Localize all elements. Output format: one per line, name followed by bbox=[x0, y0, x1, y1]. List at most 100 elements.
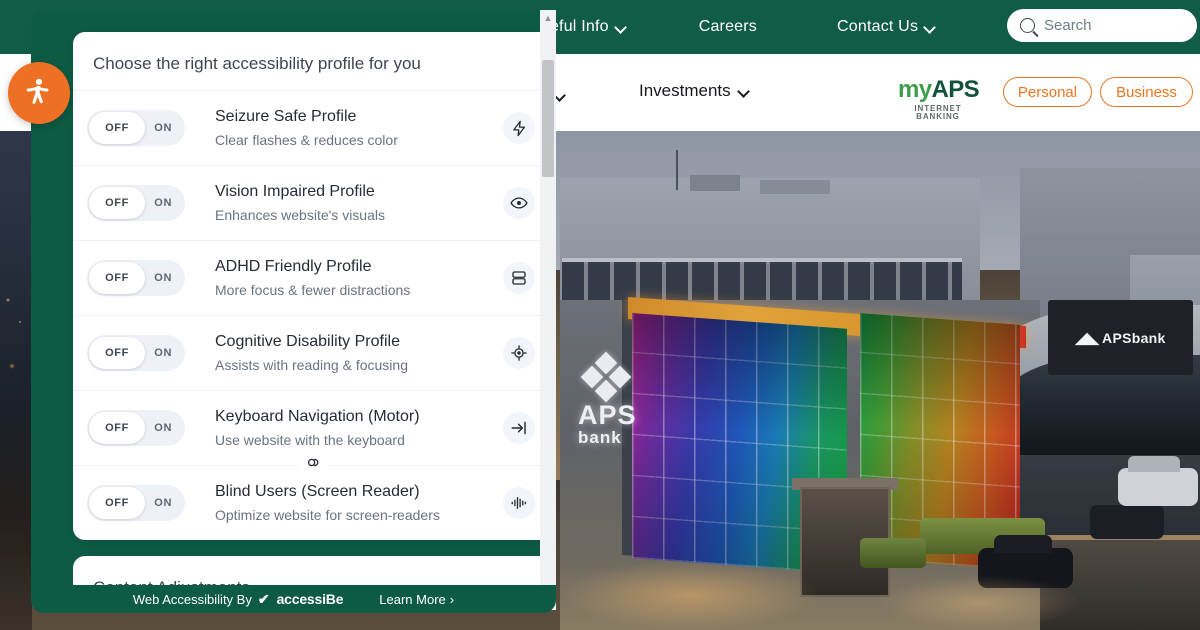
top-nav-links: Useful Info Careers Contact Us bbox=[530, 18, 936, 36]
profile-description: Assists with reading & focusing bbox=[215, 356, 408, 373]
parked-car-2 bbox=[1090, 505, 1164, 539]
toggle-cognitive-disability[interactable]: OFF ON bbox=[87, 335, 185, 371]
profile-text: Seizure Safe Profile Clear flashes & red… bbox=[215, 106, 503, 149]
toggle-seizure-safe[interactable]: OFF ON bbox=[87, 110, 185, 146]
nav-label-contact-us: Contact Us bbox=[837, 18, 919, 35]
profile-text: Vision Impaired Profile Enhances website… bbox=[215, 181, 503, 224]
profile-name: Vision Impaired Profile bbox=[215, 183, 375, 201]
profile-row-seizure-safe[interactable]: OFF ON Seizure Safe Profile Clear flashe… bbox=[73, 90, 553, 165]
myaps-my: my bbox=[898, 76, 932, 103]
toggle-on-label: ON bbox=[154, 272, 172, 284]
myaps-wordmark: myAPS bbox=[898, 76, 980, 103]
panel-scrollbar[interactable]: ▲ ▼ bbox=[540, 10, 556, 610]
lightning-bolt-icon bbox=[503, 112, 535, 144]
toggle-blind-users[interactable]: OFF ON bbox=[87, 485, 185, 521]
nav-label-careers: Careers bbox=[698, 18, 757, 35]
toggle-on-label: ON bbox=[154, 347, 172, 359]
accessibe-brand: accessiBe bbox=[276, 591, 344, 607]
profile-row-cognitive-disability[interactable]: OFF ON Cognitive Disability Profile Assi… bbox=[73, 315, 553, 390]
search-input[interactable]: Search bbox=[1007, 9, 1197, 42]
aps-diamond-icon bbox=[580, 351, 646, 403]
toggle-vision-impaired[interactable]: OFF ON bbox=[87, 185, 185, 221]
roof-unit bbox=[690, 175, 740, 191]
profile-text: Keyboard Navigation (Motor) Use website … bbox=[215, 406, 503, 449]
learn-more-link[interactable]: Learn More › bbox=[379, 592, 454, 607]
profile-name: Keyboard Navigation (Motor) bbox=[215, 408, 420, 426]
toggle-adhd-friendly[interactable]: OFF ON bbox=[87, 260, 185, 296]
crosshair-target-icon bbox=[503, 337, 535, 369]
toggle-off-label: OFF bbox=[105, 122, 129, 134]
business-button[interactable]: Business bbox=[1100, 77, 1193, 107]
profile-row-blind-users[interactable]: OFF ON Blind Users (Screen Reader) Optim… bbox=[73, 455, 553, 540]
profile-row-adhd-friendly[interactable]: OFF ON ADHD Friendly Profile More focus … bbox=[73, 240, 553, 315]
toggle-keyboard-navigation[interactable]: OFF ON bbox=[87, 410, 185, 446]
chevron-down-icon[interactable] bbox=[555, 90, 566, 101]
scrollbar-thumb[interactable] bbox=[542, 60, 554, 177]
toggle-off-label: OFF bbox=[105, 197, 129, 209]
profile-name: ADHD Friendly Profile bbox=[215, 258, 372, 276]
profile-description: Enhances website's visuals bbox=[215, 206, 385, 223]
checkmark-icon: ✔ bbox=[257, 590, 270, 607]
toggle-knob: OFF bbox=[89, 412, 145, 444]
toggle-knob: OFF bbox=[89, 262, 145, 294]
nav-item-investments[interactable]: Investments bbox=[639, 81, 750, 101]
left-city-strip bbox=[0, 130, 32, 630]
learn-more-label: Learn More bbox=[379, 591, 446, 607]
toggle-on-label: ON bbox=[154, 197, 172, 209]
personal-button[interactable]: Personal bbox=[1003, 77, 1092, 107]
profile-description: Use website with the keyboard bbox=[215, 431, 405, 448]
chevron-down-icon bbox=[616, 22, 627, 33]
ground-light-glow-2 bbox=[880, 575, 1080, 630]
toggle-off-label: OFF bbox=[105, 422, 129, 434]
profile-text: Blind Users (Screen Reader) Optimize web… bbox=[215, 481, 503, 524]
roof-antenna bbox=[676, 150, 678, 190]
profile-description: Optimize website for screen-readers bbox=[215, 506, 440, 523]
arrow-to-right-icon bbox=[503, 412, 535, 444]
toggle-knob: OFF bbox=[89, 112, 145, 144]
nav-item-contact-us[interactable]: Contact Us bbox=[837, 18, 936, 36]
hedge-2 bbox=[860, 538, 926, 568]
toggle-knob: OFF bbox=[89, 187, 145, 219]
myaps-aps: APS bbox=[931, 76, 980, 103]
audio-waveform-icon bbox=[503, 487, 535, 519]
personal-label: Personal bbox=[1017, 83, 1078, 101]
toggle-off-label: OFF bbox=[105, 272, 129, 284]
toggle-on-label: ON bbox=[154, 422, 172, 434]
wall-logo-aps: APS bbox=[578, 400, 637, 430]
scroll-up-arrow-icon[interactable]: ▲ bbox=[540, 10, 556, 26]
nav-item-careers[interactable]: Careers bbox=[699, 18, 757, 36]
roof-unit-2 bbox=[760, 180, 830, 194]
screenshot-root: ◢◣ APSbank APS bank Useful Info Careers … bbox=[0, 0, 1200, 630]
profile-name: Blind Users (Screen Reader) bbox=[215, 483, 420, 501]
profile-row-keyboard-navigation[interactable]: OFF ON Keyboard Navigation (Motor) Use w… bbox=[73, 390, 553, 465]
signboard-text: APSbank bbox=[1102, 329, 1166, 346]
toggle-off-label: OFF bbox=[105, 347, 129, 359]
accessibility-launcher-button[interactable] bbox=[8, 62, 70, 124]
ground-light-glow bbox=[560, 560, 820, 630]
chevron-down-icon bbox=[925, 22, 936, 33]
search-placeholder: Search bbox=[1044, 17, 1092, 34]
myaps-logo[interactable]: myAPS INTERNET BANKING bbox=[898, 76, 980, 121]
aps-bank-wall-logo: APS bank bbox=[578, 351, 668, 460]
accessibility-person-icon bbox=[26, 78, 49, 104]
focus-panel-icon bbox=[503, 262, 535, 294]
profile-description: Clear flashes & reduces color bbox=[215, 131, 398, 148]
chevron-down-icon bbox=[739, 86, 750, 97]
wall-logo-bank: bank bbox=[578, 428, 622, 447]
parked-van bbox=[1118, 456, 1198, 506]
accessibe-prefix: Web Accessibility By bbox=[132, 591, 252, 607]
profiles-card: Choose the right accessibility profile f… bbox=[73, 32, 553, 540]
apsbank-signboard: ◢◣ APSbank bbox=[1048, 300, 1193, 375]
search-icon bbox=[1020, 18, 1035, 33]
profile-row-vision-impaired[interactable]: OFF ON Vision Impaired Profile Enhances … bbox=[73, 165, 553, 240]
profile-name: Cognitive Disability Profile bbox=[215, 333, 400, 351]
profile-name: Seizure Safe Profile bbox=[215, 108, 357, 126]
chevron-right-icon: › bbox=[449, 591, 455, 607]
profile-text: Cognitive Disability Profile Assists wit… bbox=[215, 331, 503, 374]
business-label: Business bbox=[1116, 83, 1177, 101]
linked-chain-icon bbox=[297, 455, 329, 470]
accessibe-footer-bar: Web Accessibility By ✔ accessiBe Learn M… bbox=[31, 585, 556, 613]
toggle-knob: OFF bbox=[89, 337, 145, 369]
profile-text: ADHD Friendly Profile More focus & fewer… bbox=[215, 256, 503, 299]
myaps-tagline: INTERNET BANKING bbox=[914, 104, 962, 121]
